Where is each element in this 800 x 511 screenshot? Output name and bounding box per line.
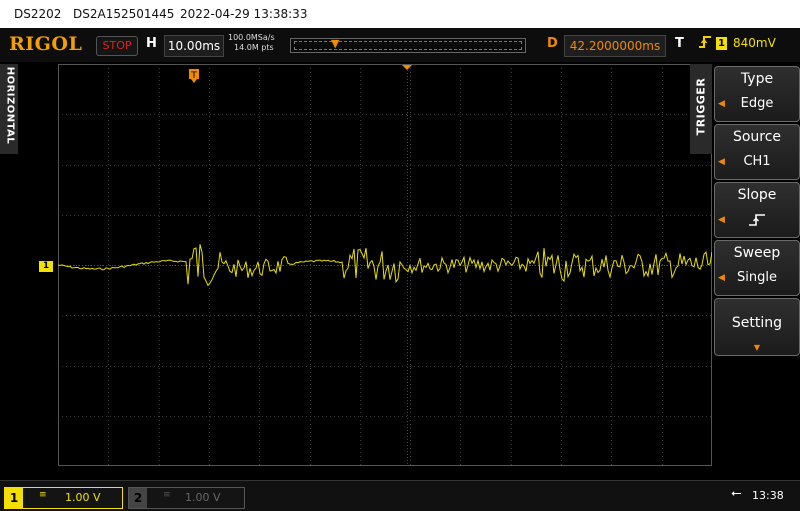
waveform-display: T bbox=[58, 64, 712, 466]
trigger-level[interactable]: 840mV bbox=[733, 36, 776, 50]
setting-title: Setting bbox=[731, 315, 783, 331]
top-toolbar: RIGOL STOP H 10.00ms 100.0MSa/s 14.0M pt… bbox=[0, 28, 800, 62]
model-label: DS2202 bbox=[14, 7, 62, 21]
ch1-status-button[interactable]: 1 ≡ 1.00 V bbox=[4, 487, 123, 509]
ch1-scale: 1.00 V bbox=[65, 491, 101, 504]
status-bar: 1 ≡ 1.00 V 2 ≡ 1.00 V ⭠ 13:38 bbox=[0, 480, 800, 511]
sample-rate: 100.0MSa/s bbox=[228, 33, 275, 42]
ch2-scale: 1.00 V bbox=[185, 491, 221, 504]
source-title: Source bbox=[732, 129, 782, 145]
ch1-number: 1 bbox=[5, 488, 23, 508]
trigger-position-icon: ▼ bbox=[331, 37, 340, 50]
trigger-side-tab[interactable]: TRIGGER bbox=[690, 64, 712, 154]
type-value: Edge bbox=[740, 96, 774, 111]
sweep-title: Sweep bbox=[733, 245, 781, 261]
datetime-label: 2022-04-29 13:38:33 bbox=[180, 7, 308, 21]
title-bar: DS2202 DS2A152501445 2022-04-29 13:38:33 bbox=[0, 0, 800, 28]
usb-icon: ⭠ bbox=[731, 486, 742, 501]
slope-menu-button[interactable]: Slope ◀ bbox=[714, 182, 800, 238]
serial-label: DS2A152501445 bbox=[73, 7, 175, 21]
horizontal-side-label: HORIZONTAL bbox=[4, 66, 16, 145]
trigger-label: T bbox=[675, 36, 684, 51]
memory-view-window bbox=[294, 41, 522, 50]
slope-title: Slope bbox=[737, 187, 777, 203]
memory-depth: 14.0M pts bbox=[234, 43, 274, 52]
run-stop-button[interactable]: STOP bbox=[96, 36, 138, 56]
chevron-down-icon: ▼ bbox=[753, 343, 761, 352]
trigger-channel-badge: 1 bbox=[716, 37, 727, 50]
source-value: CH1 bbox=[743, 154, 771, 169]
brand-logo: RIGOL bbox=[9, 33, 83, 55]
sweep-menu-button[interactable]: Sweep ◀ Single bbox=[714, 240, 800, 296]
ch2-status-button[interactable]: 2 ≡ 1.00 V bbox=[128, 487, 245, 509]
rising-edge-icon bbox=[715, 212, 799, 232]
ch2-number: 2 bbox=[129, 488, 147, 508]
horizontal-label: H bbox=[146, 36, 157, 51]
dc-coupling-icon: ≡ bbox=[163, 490, 171, 500]
clock-time: 13:38 bbox=[752, 489, 784, 502]
dc-coupling-icon: ≡ bbox=[39, 490, 47, 500]
trigger-menu: Type ◀ Edge Source ◀ CH1 Slope ◀ Sweep ◀… bbox=[712, 64, 800, 478]
memory-position-bar: ▼ bbox=[290, 37, 526, 53]
setting-menu-button[interactable]: Setting ▼ bbox=[714, 298, 800, 356]
rising-edge-icon bbox=[698, 34, 712, 54]
delay-label: D bbox=[547, 36, 558, 51]
sweep-value: Single bbox=[737, 270, 777, 285]
trigger-side-label: TRIGGER bbox=[694, 77, 708, 136]
timebase-value[interactable]: 10.00ms bbox=[164, 35, 224, 57]
source-menu-button[interactable]: Source ◀ CH1 bbox=[714, 124, 800, 180]
type-title: Type bbox=[740, 71, 774, 87]
type-menu-button[interactable]: Type ◀ Edge bbox=[714, 66, 800, 122]
delay-value[interactable]: 42.2000000ms bbox=[564, 35, 666, 57]
ch1-offset-marker[interactable]: 1 bbox=[39, 261, 53, 272]
horizontal-side-tab[interactable]: HORIZONTAL bbox=[0, 64, 18, 154]
